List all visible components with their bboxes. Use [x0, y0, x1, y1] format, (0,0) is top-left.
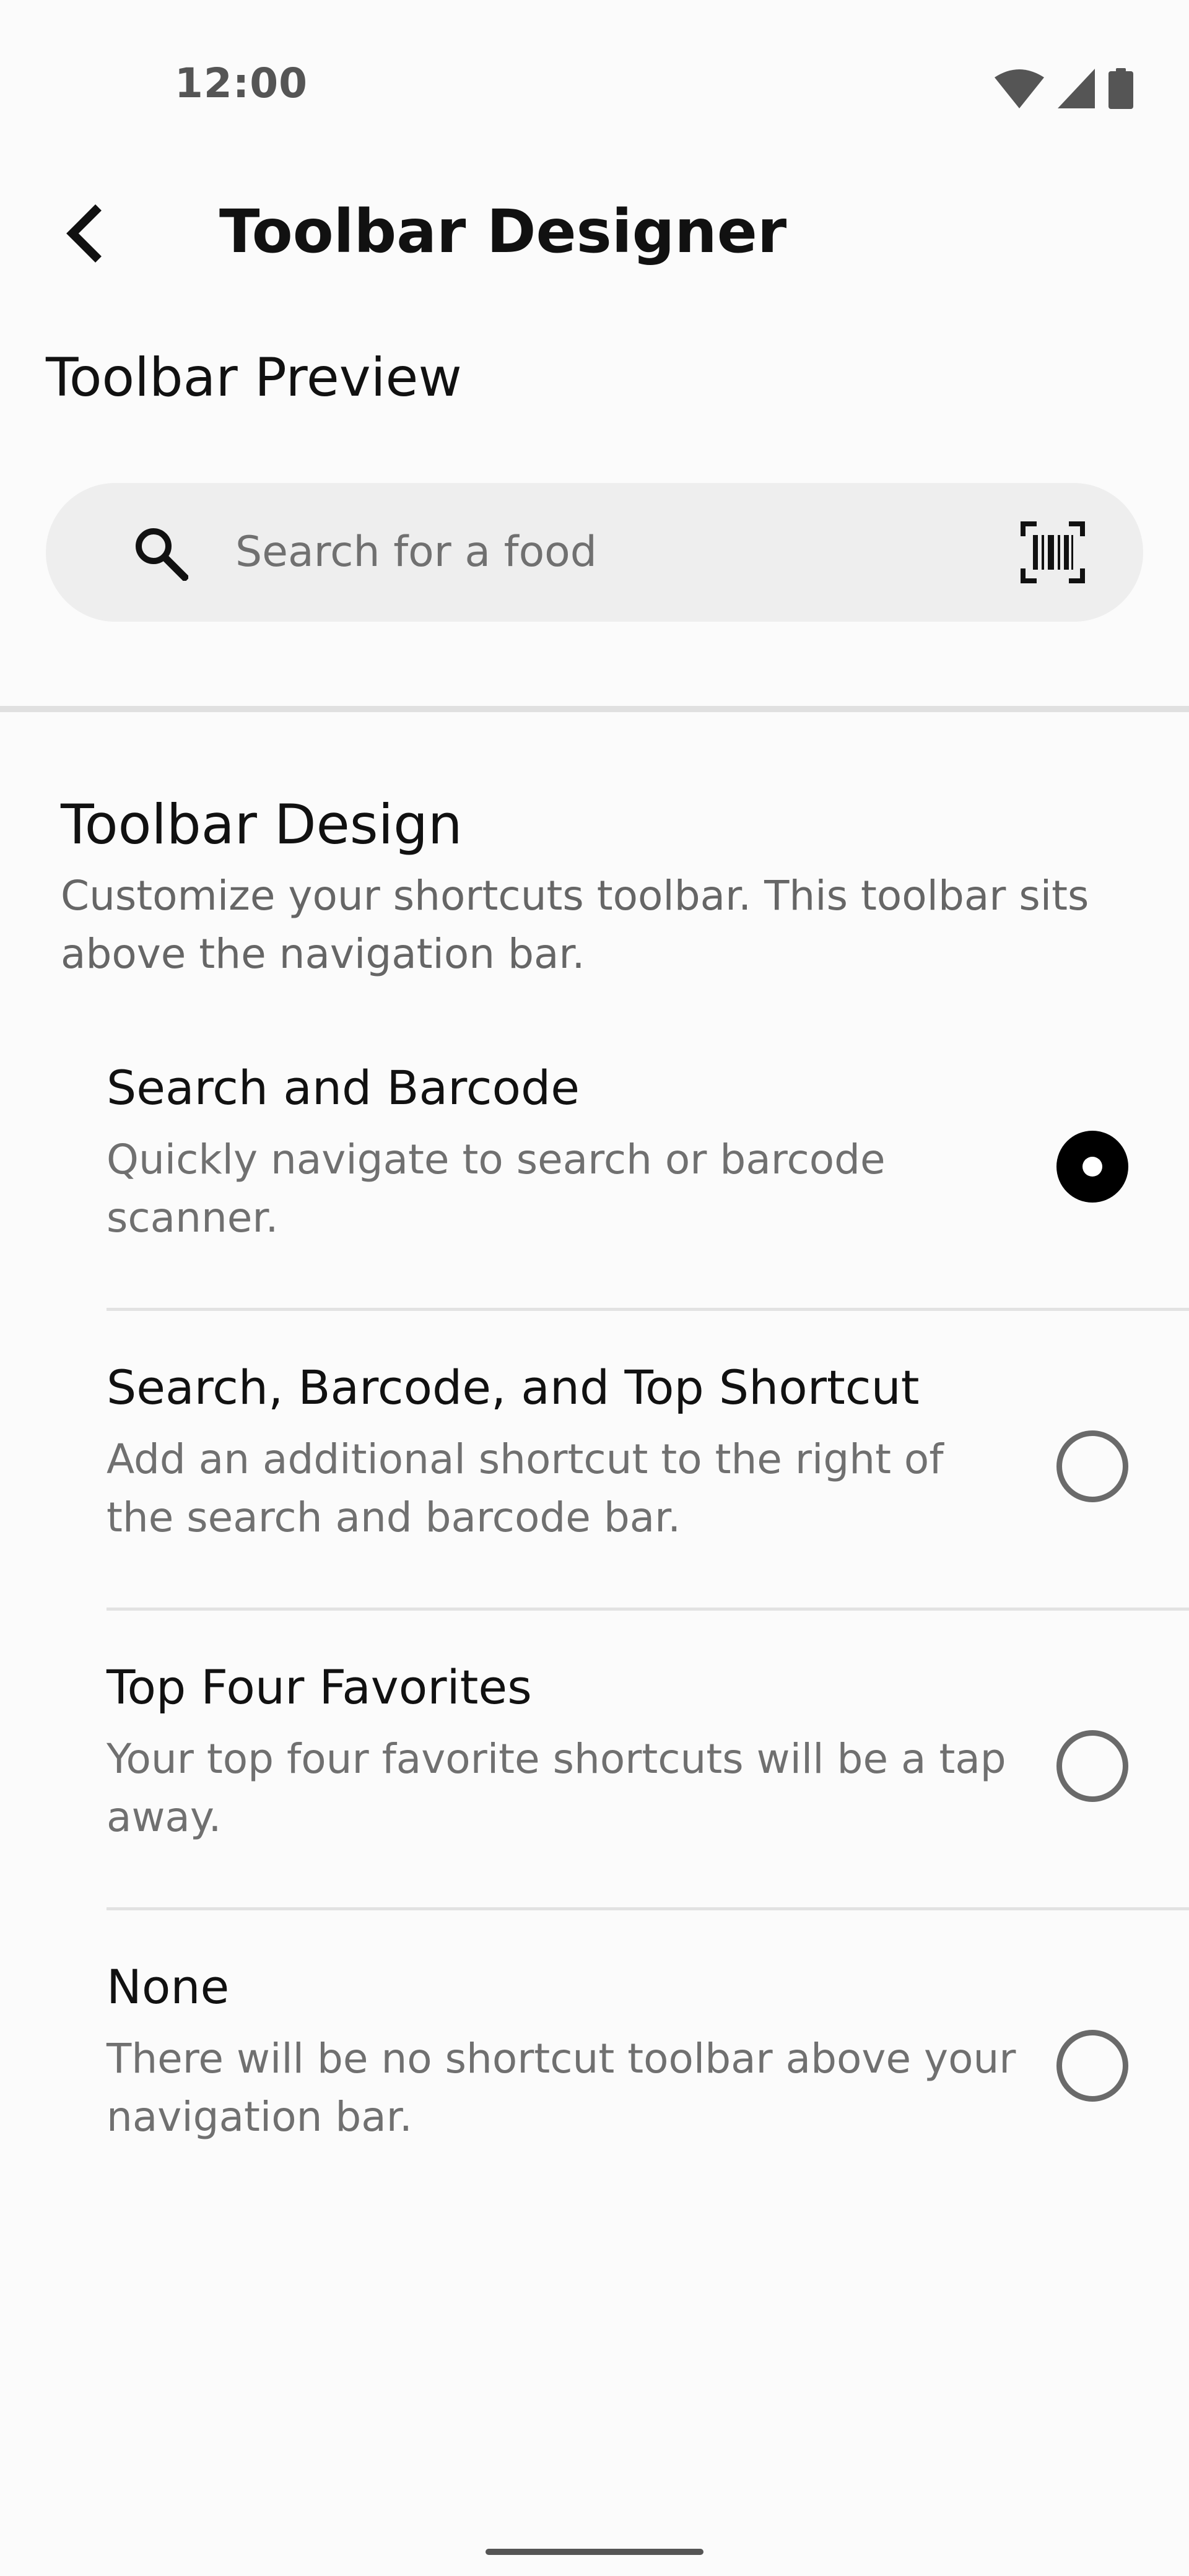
- section-divider: [0, 706, 1189, 712]
- option-title: None: [107, 1959, 230, 2014]
- radio-unselected[interactable]: [1056, 1730, 1128, 1802]
- status-time: 12:00: [175, 59, 308, 107]
- option-top-four-favorites[interactable]: Top Four Favorites Your top four favorit…: [0, 1660, 1189, 1960]
- option-search-and-barcode[interactable]: Search and Barcode Quickly navigate to s…: [0, 1060, 1189, 1361]
- search-placeholder: Search for a food: [235, 528, 597, 577]
- option-search-barcode-top-shortcut[interactable]: Search, Barcode, and Top Shortcut Add an…: [0, 1360, 1189, 1661]
- option-none[interactable]: None There will be no shortcut toolbar a…: [0, 1959, 1189, 2260]
- battery-icon: [1108, 68, 1133, 109]
- radio-dot: [1082, 1157, 1102, 1177]
- search-icon: [136, 528, 188, 581]
- option-divider: [107, 1907, 1189, 1910]
- option-description: Your top four favorite shortcuts will be…: [107, 1735, 1006, 1841]
- toolbar-design-heading: Toolbar Design: [61, 793, 463, 856]
- home-indicator[interactable]: [486, 2549, 703, 2555]
- option-divider: [107, 1608, 1189, 1611]
- option-description: Add an additional shortcut to the right …: [107, 1435, 944, 1541]
- search-bar-preview[interactable]: Search for a food: [46, 483, 1143, 622]
- status-icons: [995, 68, 1133, 109]
- radio-unselected[interactable]: [1056, 1430, 1128, 1502]
- option-title: Top Four Favorites: [107, 1660, 532, 1715]
- barcode-scanner-icon[interactable]: [1021, 520, 1085, 585]
- option-title: Search and Barcode: [107, 1060, 580, 1115]
- option-description: Quickly navigate to search or barcode sc…: [107, 1136, 886, 1242]
- option-divider: [107, 1308, 1189, 1311]
- option-description: There will be no shortcut toolbar above …: [107, 2035, 1016, 2141]
- option-title: Search, Barcode, and Top Shortcut: [107, 1360, 920, 1415]
- back-button[interactable]: [51, 199, 119, 268]
- cell-signal-icon: [1058, 69, 1095, 108]
- app-bar: Toolbar Designer: [0, 173, 1189, 297]
- wifi-icon: [995, 69, 1044, 108]
- radio-selected[interactable]: [1056, 1131, 1128, 1203]
- status-bar: 12:00: [0, 0, 1189, 173]
- toolbar-design-description: Customize your shortcuts toolbar. This t…: [61, 872, 1089, 978]
- radio-unselected[interactable]: [1056, 2030, 1128, 2102]
- chevron-left-icon: [66, 204, 102, 263]
- toolbar-preview-heading: Toolbar Preview: [46, 347, 462, 409]
- page-title: Toolbar Designer: [219, 197, 787, 266]
